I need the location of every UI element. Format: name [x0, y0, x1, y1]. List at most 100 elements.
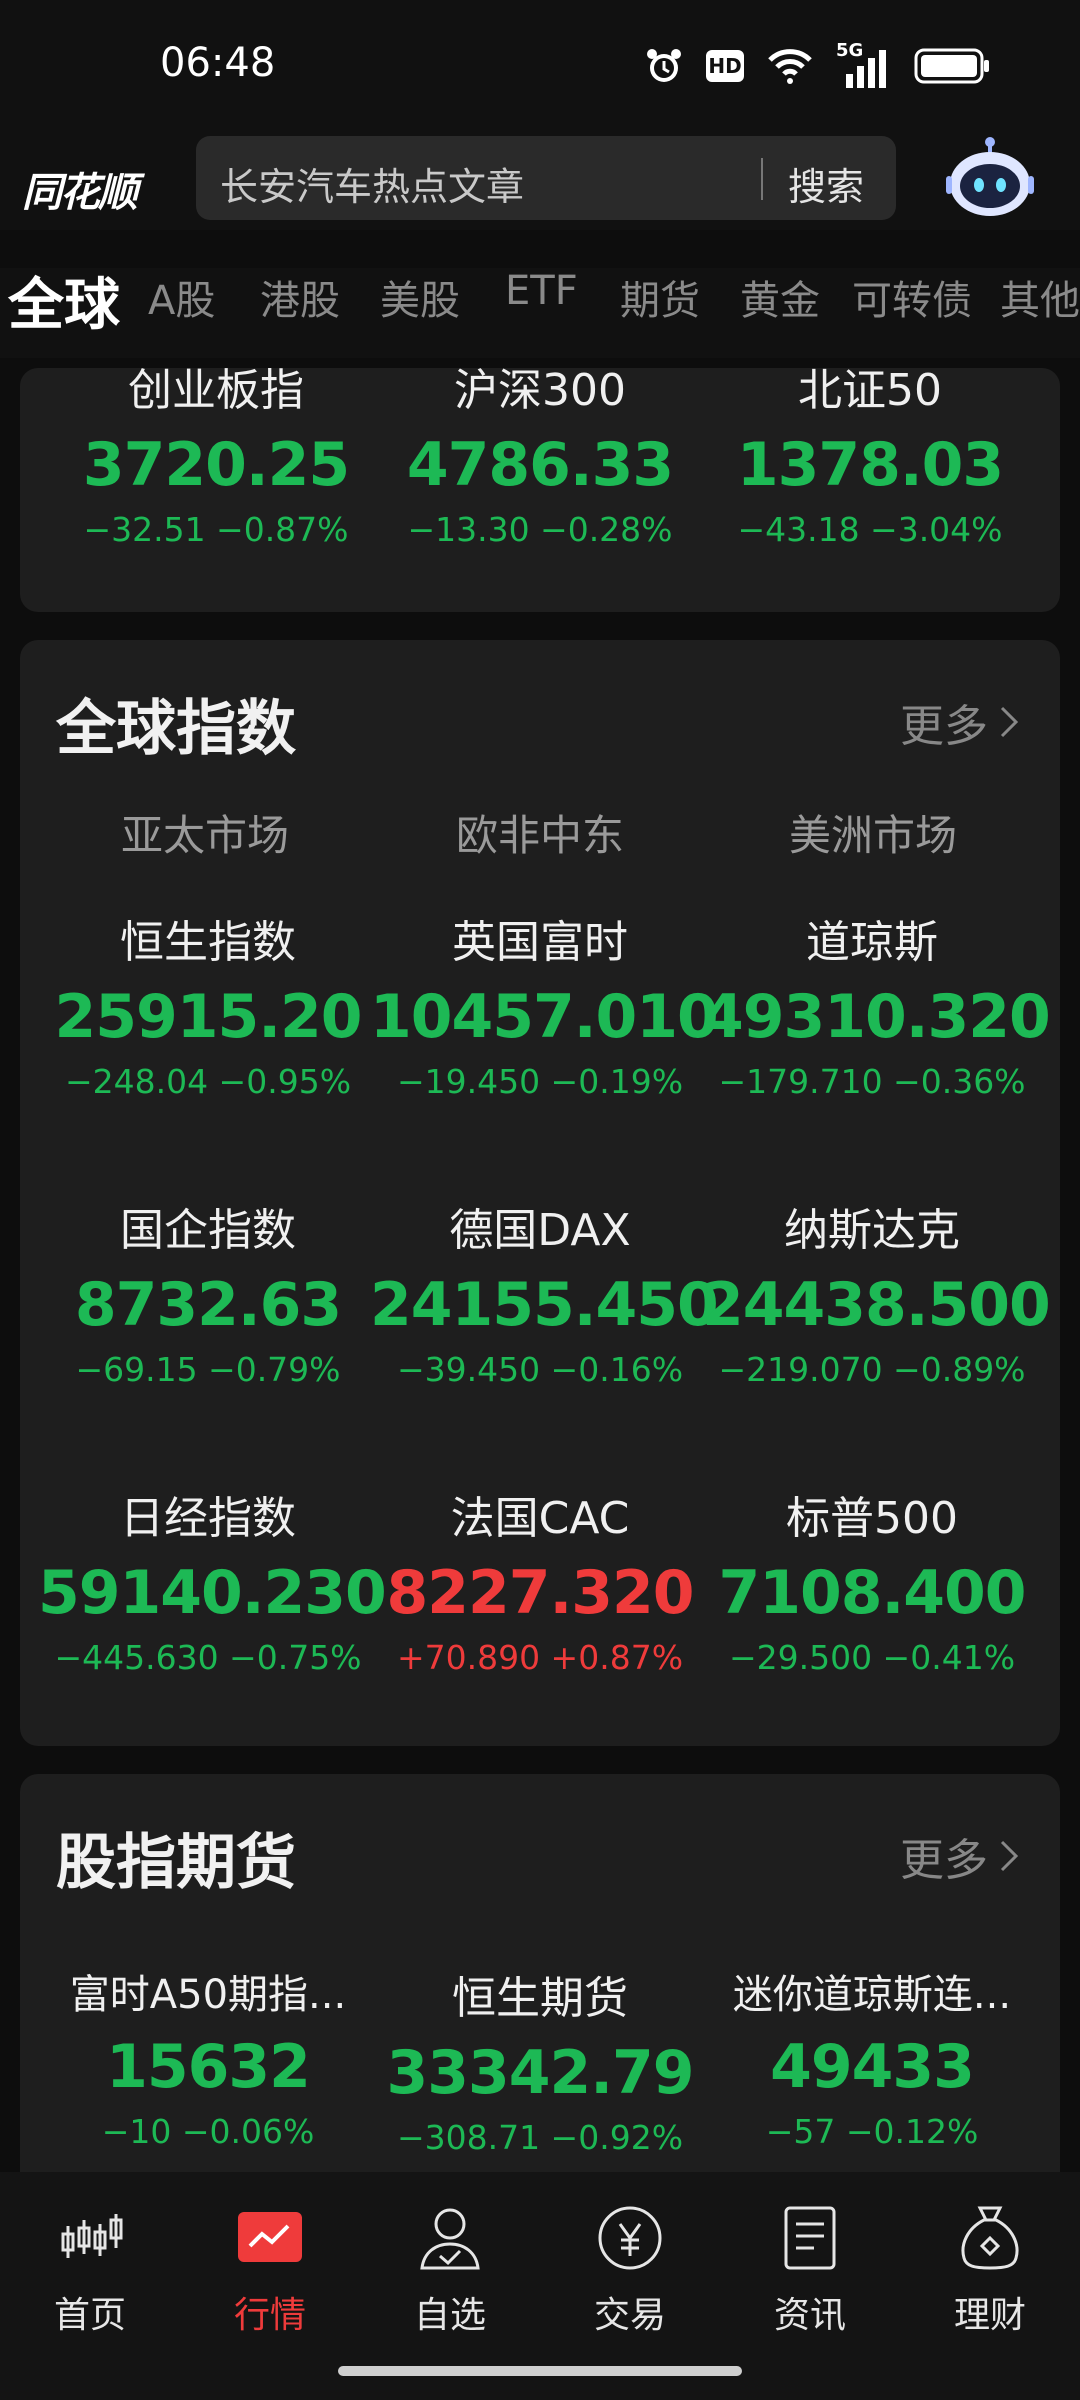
quote-mini-dow-futures[interactable]: 迷你道琼斯连... 49433 −57 −0.12% — [702, 1962, 1042, 2151]
search-bar[interactable]: 长安汽车热点文章 搜索 — [196, 136, 896, 220]
quote-bse50[interactable]: 北证50 1378.03 −43.18 −3.04% — [700, 368, 1040, 549]
quote-value: 15632 — [106, 2032, 311, 2102]
market-tabs: 全球 A股 港股 美股 ETF 期货 黄金 可转债 其他 — [0, 268, 1080, 358]
nav-label: 交易 — [593, 2295, 666, 2336]
tab-etf[interactable]: ETF — [505, 268, 578, 314]
battery-icon — [914, 48, 989, 84]
money-bag-icon — [961, 2206, 1019, 2270]
search-placeholder[interactable]: 长安汽车热点文章 — [220, 156, 524, 211]
quote-name: 恒生期货 — [452, 1973, 628, 2024]
quote-change: −179.710 −0.36% — [718, 1062, 1026, 1101]
quote-nikkei[interactable]: 日经指数 59140.230 −445.630 −0.75% — [38, 1482, 387, 1677]
subtab-americas[interactable]: 美洲市场 — [708, 802, 1038, 863]
app-logo[interactable]: 同花顺 — [22, 148, 162, 216]
quote-value: 24438.500 — [702, 1270, 1051, 1340]
nav-label: 首页 — [53, 2295, 126, 2336]
wifi-icon — [768, 49, 812, 84]
global-indices-card: 全球指数 更多 亚太市场 欧非中东 美洲市场 恒生指数 25915.20 −24… — [20, 640, 1060, 1746]
quote-hscei[interactable]: 国企指数 8732.63 −69.15 −0.79% — [38, 1194, 378, 1389]
subtab-emea[interactable]: 欧非中东 — [375, 802, 705, 863]
quote-name: 英国富时 — [452, 917, 628, 968]
nav-news[interactable]: 资讯 — [720, 2202, 900, 2338]
5g-signal-icon: 5G — [836, 40, 892, 88]
search-divider — [761, 158, 763, 200]
quote-ftse[interactable]: 英国富时 10457.010 −19.450 −0.19% — [370, 906, 719, 1101]
quote-change: −32.51 −0.87% — [83, 510, 349, 549]
quote-change: −445.630 −0.75% — [54, 1638, 362, 1677]
nav-market[interactable]: 行情 — [180, 2202, 360, 2338]
tab-global[interactable]: 全球 — [8, 260, 120, 341]
more-link[interactable]: 更多 — [900, 690, 1020, 754]
quote-dax[interactable]: 德国DAX 24155.450 −39.450 −0.16% — [370, 1194, 719, 1389]
logo-text: 同花顺 — [22, 170, 138, 216]
quote-value: 7108.400 — [718, 1558, 1026, 1628]
search-button[interactable]: 搜索 — [788, 156, 864, 211]
quote-name: 纳斯达克 — [784, 1205, 960, 1256]
status-icons: HD 5G — [644, 40, 990, 88]
nav-wealth[interactable]: 理财 — [900, 2202, 1080, 2338]
section-title: 全球指数 — [56, 694, 296, 764]
quote-name: 恒生指数 — [120, 917, 296, 968]
quote-value: 8732.63 — [74, 1270, 342, 1340]
tab-futures[interactable]: 期货 — [620, 268, 700, 326]
quote-change: −10 −0.06% — [101, 2112, 315, 2151]
quote-value: 8227.320 — [386, 1558, 694, 1628]
quote-dow-jones[interactable]: 道琼斯 49310.320 −179.710 −0.36% — [702, 906, 1051, 1101]
quote-value: 4786.33 — [406, 430, 674, 500]
tab-us[interactable]: 美股 — [380, 268, 460, 326]
hd-icon: HD — [706, 50, 744, 82]
quote-name: 国企指数 — [120, 1205, 296, 1256]
alarm-icon — [647, 49, 681, 82]
quote-change: −13.30 −0.28% — [407, 510, 673, 549]
quote-change: −69.15 −0.79% — [75, 1350, 341, 1389]
home-indicator[interactable] — [338, 2366, 742, 2376]
news-document-icon — [784, 2206, 836, 2270]
quote-value: 3720.25 — [82, 430, 350, 500]
more-link[interactable]: 更多 — [900, 1824, 1020, 1888]
more-label: 更多 — [900, 701, 988, 752]
subtab-asia-pacific[interactable]: 亚太市场 — [40, 802, 370, 863]
nav-label: 行情 — [233, 2295, 306, 2336]
quote-hsi-futures[interactable]: 恒生期货 33342.79 −308.71 −0.92% — [370, 1962, 710, 2157]
quote-name: 沪深300 — [454, 368, 626, 416]
quote-sp500[interactable]: 标普500 7108.400 −29.500 −0.41% — [702, 1482, 1042, 1677]
market-chart-icon — [238, 2212, 302, 2262]
quote-name: 日经指数 — [120, 1493, 296, 1544]
quote-value: 33342.79 — [386, 2038, 694, 2108]
quote-nasdaq[interactable]: 纳斯达克 24438.500 −219.070 −0.89% — [702, 1194, 1051, 1389]
assistant-robot-icon[interactable] — [944, 132, 1036, 224]
quote-change: −57 −0.12% — [765, 2112, 979, 2151]
nav-label: 资讯 — [773, 2295, 846, 2336]
quote-value: 1378.03 — [736, 430, 1004, 500]
index-futures-card: 股指期货 更多 富时A50期指... 15632 −10 −0.06% 恒生期货… — [20, 1774, 1060, 2194]
quote-value: 25915.20 — [54, 982, 362, 1052]
quote-value: 24155.450 — [370, 1270, 719, 1340]
quote-change: −219.070 −0.89% — [718, 1350, 1026, 1389]
nav-home[interactable]: 首页 — [0, 2202, 180, 2338]
nav-trade[interactable]: 交易 — [540, 2202, 720, 2338]
quote-a50-futures[interactable]: 富时A50期指... 15632 −10 −0.06% — [38, 1962, 378, 2151]
quote-value: 59140.230 — [38, 1558, 387, 1628]
quote-csi300[interactable]: 沪深300 4786.33 −13.30 −0.28% — [370, 368, 710, 549]
quote-name: 道琼斯 — [806, 917, 938, 968]
quote-change: −29.500 −0.41% — [728, 1638, 1016, 1677]
tab-hk[interactable]: 港股 — [260, 268, 340, 326]
quote-change: −19.450 −0.19% — [396, 1062, 684, 1101]
quote-name: 创业板指 — [128, 368, 304, 416]
quote-change: −248.04 −0.95% — [64, 1062, 352, 1101]
tab-other[interactable]: 其他 — [1000, 268, 1080, 326]
quote-value: 49310.320 — [702, 982, 1051, 1052]
quote-cac[interactable]: 法国CAC 8227.320 +70.890 +0.87% — [370, 1482, 710, 1677]
tab-convertible[interactable]: 可转债 — [852, 268, 972, 326]
quote-name: 标普500 — [786, 1493, 958, 1544]
chevron-right-icon — [1000, 706, 1019, 738]
quote-hang-seng[interactable]: 恒生指数 25915.20 −248.04 −0.95% — [38, 906, 378, 1101]
nav-label: 理财 — [953, 2295, 1026, 2336]
tab-gold[interactable]: 黄金 — [740, 268, 820, 326]
quote-chinext[interactable]: 创业板指 3720.25 −32.51 −0.87% — [46, 368, 386, 549]
nav-watchlist[interactable]: 自选 — [360, 2202, 540, 2338]
user-check-icon — [420, 2208, 480, 2270]
tab-a-share[interactable]: A股 — [148, 268, 215, 326]
quote-name: 富时A50期指... — [69, 1972, 347, 2018]
more-label: 更多 — [900, 1835, 988, 1886]
